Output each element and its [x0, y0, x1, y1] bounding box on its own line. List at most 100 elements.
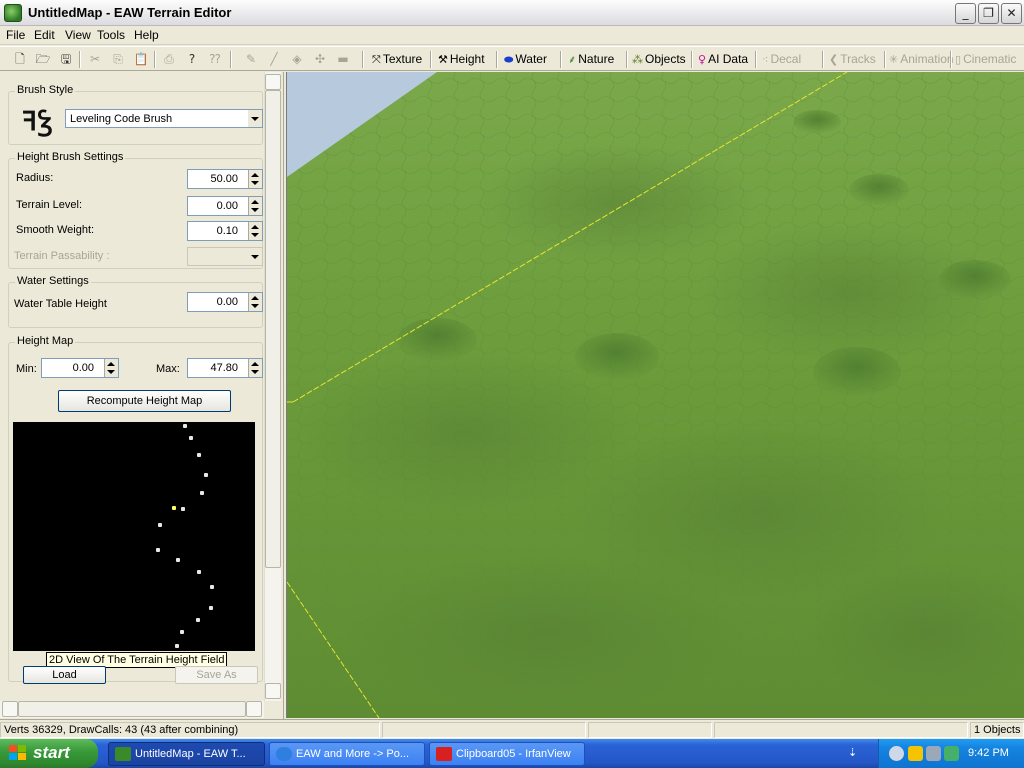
open-folder-icon[interactable]: 🗁 [34, 51, 52, 68]
copy-icon[interactable]: ⎘ [109, 51, 127, 68]
task-irfanview[interactable]: Clipboard05 - IrfanView [429, 742, 585, 766]
task-label: EAW and More -> Po... [296, 748, 409, 760]
toolbar-separator [430, 51, 432, 68]
height-point [176, 558, 180, 562]
terrain-level-field[interactable]: 0.00 [187, 196, 263, 216]
decal-icon: ⁖ [762, 53, 769, 66]
objects-mode-button[interactable]: ⁂ Objects [632, 51, 686, 69]
texture-mode-button[interactable]: ⤧ Texture [372, 51, 422, 69]
nature-label: Nature [578, 52, 615, 66]
menu-edit[interactable]: Edit [34, 28, 55, 42]
new-file-icon[interactable]: 🗋 [11, 51, 29, 68]
chevron-down-icon[interactable] [248, 110, 262, 127]
nature-icon: ⸙ [568, 53, 577, 66]
close-button[interactable]: ✕ [1001, 3, 1022, 24]
language-bar-icon[interactable]: ⇣ [848, 746, 857, 759]
menu-bar: File Edit View Tools Help [0, 26, 1024, 45]
radius-stepper[interactable] [248, 170, 262, 188]
windows-logo-icon [9, 745, 27, 762]
security-shield-icon[interactable] [908, 746, 923, 761]
water-table-height-stepper[interactable] [248, 293, 262, 311]
terrain-editor-window: UntitledMap - EAW Terrain Editor _ ❐ ✕ F… [0, 0, 1024, 768]
tracks-mode-button[interactable]: ❮ Tracks [829, 51, 876, 69]
toolbar-separator [154, 51, 156, 68]
panel-vertical-scrollbar[interactable] [264, 72, 281, 701]
paste-icon[interactable]: 📋 [132, 51, 150, 68]
height-point-selected [172, 506, 176, 510]
print-icon[interactable]: ⎙ [160, 51, 178, 68]
height-point [158, 523, 162, 527]
select-icon[interactable]: ✣ [311, 51, 329, 68]
scroll-up-button[interactable] [265, 74, 281, 90]
animation-icon: ✳ [889, 53, 899, 66]
pencil-icon[interactable]: ✎ [242, 51, 260, 68]
nature-mode-button[interactable]: ⸙ Nature [568, 51, 614, 69]
load-button[interactable]: Load [23, 666, 106, 684]
ai-data-label: AI Data [708, 52, 749, 66]
chevron-down-icon[interactable] [248, 248, 262, 265]
safely-remove-icon[interactable] [944, 746, 959, 761]
scroll-down-button[interactable] [265, 683, 281, 699]
scroll-left-button[interactable] [2, 701, 18, 717]
smooth-weight-field[interactable]: 0.10 [187, 221, 263, 241]
menu-view[interactable]: View [65, 28, 91, 42]
height-point [181, 507, 185, 511]
tool-panel: Brush Style ꟻꝢ Leveling Code Brush Heigh… [0, 72, 284, 719]
height-field-2d-view[interactable] [13, 422, 255, 651]
start-label: start [33, 743, 70, 762]
brush-style-dropdown[interactable]: Leveling Code Brush [65, 109, 263, 128]
minimize-button[interactable]: _ [955, 3, 976, 24]
horizontal-scroll-thumb[interactable] [18, 701, 246, 717]
panel-horizontal-scrollbar[interactable] [0, 701, 264, 718]
ai-data-mode-button[interactable]: ♀ AI Data [698, 51, 748, 69]
restore-button[interactable]: ❐ [978, 3, 999, 24]
network-icon[interactable] [926, 746, 941, 761]
cut-icon[interactable]: ✂ [86, 51, 104, 68]
decal-label: Decal [770, 52, 802, 66]
water-label: Water [515, 52, 547, 66]
toolbar-separator [79, 51, 81, 68]
start-button[interactable]: start [0, 739, 98, 768]
eraser-icon[interactable]: ▬ [334, 51, 352, 68]
brush-style-value: Leveling Code Brush [70, 113, 173, 125]
task-browser[interactable]: EAW and More -> Po... [269, 742, 425, 766]
max-height-field[interactable]: 47.80 [187, 358, 263, 378]
terrain-passability-dropdown[interactable] [187, 247, 263, 266]
smooth-weight-stepper[interactable] [248, 222, 262, 240]
scroll-right-button[interactable] [246, 701, 262, 717]
menu-tools[interactable]: Tools [97, 28, 125, 42]
menu-file[interactable]: File [6, 28, 25, 42]
water-table-height-field[interactable]: 0.00 [187, 292, 263, 312]
line-icon[interactable]: ╱ [265, 51, 283, 68]
task-label: Clipboard05 - IrfanView [456, 748, 571, 760]
min-height-stepper[interactable] [104, 359, 118, 377]
water-mode-button[interactable]: ⬬ Water [504, 51, 547, 69]
recompute-height-map-button[interactable]: Recompute Height Map [58, 390, 231, 412]
terrain-3d-viewport[interactable] [286, 72, 1024, 718]
max-height-stepper[interactable] [248, 359, 262, 377]
help-icon[interactable]: ? [183, 51, 201, 68]
fill-icon[interactable]: ◈ [288, 51, 306, 68]
max-label: Max: [156, 363, 180, 375]
max-height-value: 47.80 [210, 362, 238, 374]
terrain-level-stepper[interactable] [248, 197, 262, 215]
save-as-button[interactable]: Save As [175, 666, 258, 684]
animation-mode-button[interactable]: ✳ Animation [889, 51, 954, 69]
task-terrain-editor[interactable]: UntitledMap - EAW T... [108, 742, 265, 766]
height-point [200, 491, 204, 495]
min-height-field[interactable]: 0.00 [41, 358, 119, 378]
context-help-icon[interactable]: ⁇ [206, 51, 224, 68]
decal-mode-button[interactable]: ⁖ Decal [762, 51, 801, 69]
scroll-thumb[interactable] [265, 90, 281, 568]
radius-field[interactable]: 50.00 [187, 169, 263, 189]
objects-label: Objects [645, 52, 686, 66]
save-icon[interactable]: 🖫 [57, 51, 75, 68]
cinematic-mode-button[interactable]: ▯ Cinematic [955, 51, 1016, 69]
menu-help[interactable]: Help [134, 28, 159, 42]
height-mode-button[interactable]: ⚒ Height [438, 51, 485, 69]
toolbar-separator [362, 51, 364, 68]
tray-expand-icon[interactable] [889, 746, 904, 761]
height-point [210, 585, 214, 589]
height-point [209, 606, 213, 610]
toolbar-separator [691, 51, 693, 68]
